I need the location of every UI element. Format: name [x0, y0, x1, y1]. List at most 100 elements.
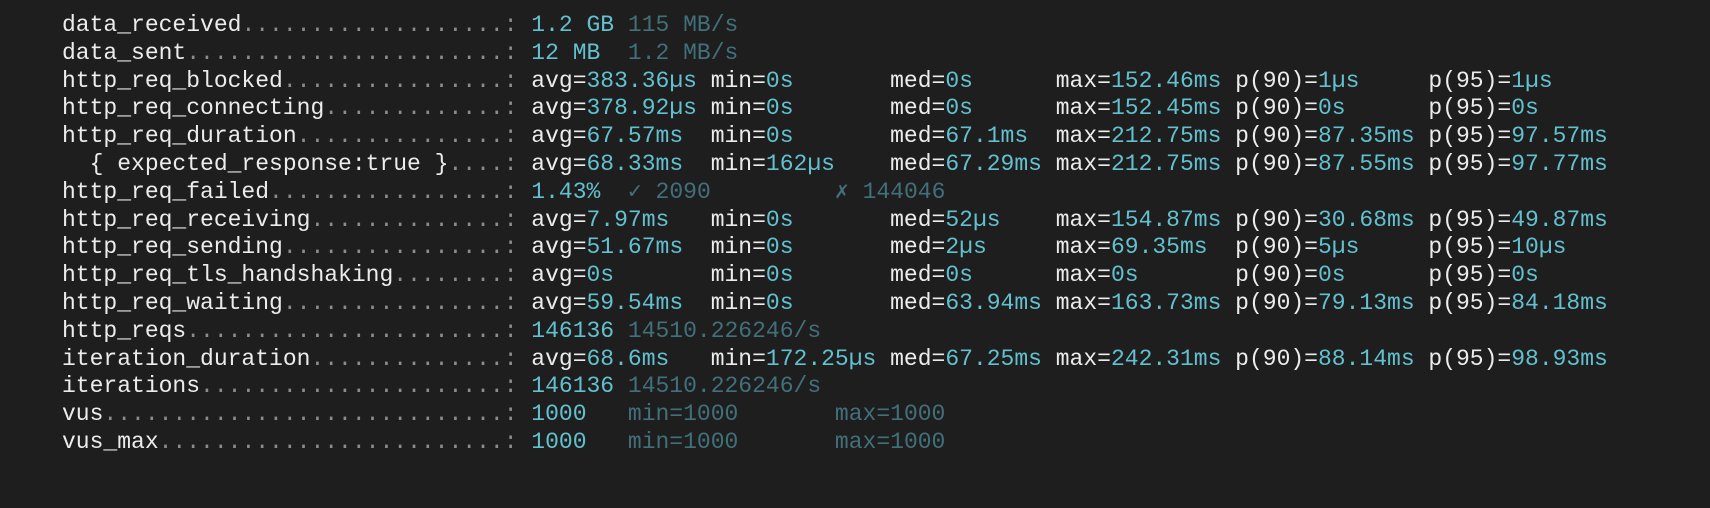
metric-row: iterations......................:146136 1…	[62, 373, 1622, 401]
metric-name: iterations	[62, 373, 201, 400]
stat-value-med: 2µs	[945, 234, 987, 261]
metric-colon: :	[503, 150, 518, 177]
metric-dots: .......................	[186, 39, 504, 66]
stat-value-p90: 79.13ms	[1318, 289, 1415, 316]
metric-row: vus.............................:1000 min…	[62, 401, 1622, 429]
stat-label-p90: p(90)=	[1235, 289, 1318, 316]
stat-label-min: min=	[710, 262, 766, 289]
vus-min-label: min=	[627, 401, 684, 428]
stat-label-p90: p(90)=	[1235, 67, 1318, 94]
stat-p90: p(90)=0s	[1235, 95, 1428, 123]
metric-dots: ......................	[200, 373, 504, 400]
metric-rate: 14510.226246/s	[627, 373, 822, 400]
stat-value-med: 0s	[945, 262, 973, 289]
stat-avg: avg=0s	[531, 262, 710, 290]
stat-value-p95: 49.87ms	[1511, 206, 1608, 233]
metric-row: { expected_response:true }....: avg=68.33…	[62, 151, 1622, 179]
stat-min: min=172.25µs	[711, 346, 890, 374]
stat-p95: p(95)=1µs	[1428, 68, 1621, 96]
metric-row: http_req_connecting.............: avg=378…	[62, 95, 1622, 123]
metric-name: http_req_duration	[62, 123, 297, 150]
vus-min: min=1000	[628, 429, 835, 457]
stat-value-min: 0s	[765, 123, 794, 150]
stat-value-avg: 59.54ms	[586, 289, 684, 316]
stat-label-med: med=	[890, 262, 946, 289]
stat-p90: p(90)=30.68ms	[1235, 207, 1428, 235]
stat-value-max: 163.73ms	[1110, 289, 1222, 316]
stat-p95: p(95)=49.87ms	[1428, 207, 1621, 235]
stat-p95: p(95)=98.93ms	[1428, 346, 1621, 374]
stat-value-p95: 97.57ms	[1511, 123, 1608, 150]
stat-avg: avg=59.54ms	[531, 290, 710, 318]
stat-label-med: med=	[890, 95, 946, 122]
metric-name: http_req_waiting	[62, 289, 283, 316]
stat-max: max=0s	[1056, 262, 1235, 290]
metric-colon: :	[503, 12, 518, 38]
stat-label-avg: avg=	[531, 262, 587, 289]
stat-label-min: min=	[710, 289, 766, 316]
metric-row: http_req_duration...............: avg=67.…	[62, 123, 1622, 151]
metric-colon: :	[503, 178, 518, 205]
stat-med: med=67.29ms	[890, 151, 1056, 179]
passed-count: ✓ 2090	[627, 178, 711, 205]
metric-colon: :	[503, 401, 518, 428]
stat-label-p95: p(95)=	[1428, 67, 1512, 94]
metric-rate: 1.2 MB/s	[627, 39, 739, 66]
stat-value-p95: 97.77ms	[1511, 150, 1608, 177]
metric-colon: :	[503, 289, 518, 316]
stat-max: max=163.73ms	[1056, 290, 1235, 318]
stat-value-max: 154.87ms	[1110, 206, 1222, 233]
stat-label-p90: p(90)=	[1235, 234, 1318, 261]
stat-p95: p(95)=97.77ms	[1428, 151, 1621, 179]
stat-value-min: 0s	[765, 67, 794, 94]
metric-dots: ..............	[310, 206, 504, 233]
metric-row: vus_max.........................:1000 min…	[62, 429, 1622, 457]
stat-value-max: 69.35ms	[1110, 234, 1208, 261]
metric-name: http_req_failed	[62, 178, 270, 205]
metric-dots: ................	[282, 67, 504, 94]
stat-label-p95: p(95)=	[1428, 234, 1512, 261]
metric-row: data_received...................:1.2 GB 1…	[62, 12, 1622, 40]
metric-row: iteration_duration..............: avg=68.…	[62, 346, 1622, 374]
stat-max: max=152.46ms	[1056, 68, 1235, 96]
stat-value-min: 0s	[765, 234, 794, 261]
stat-label-p95: p(95)=	[1428, 206, 1512, 233]
stat-med: med=63.94ms	[890, 290, 1056, 318]
stat-label-p90: p(90)=	[1235, 150, 1318, 177]
stat-min: min=0s	[711, 95, 890, 123]
metric-dots: ........	[393, 262, 504, 289]
stat-p90: p(90)=87.55ms	[1235, 151, 1428, 179]
stat-value-p90: 0s	[1318, 95, 1346, 122]
stat-p90: p(90)=1µs	[1235, 68, 1428, 96]
stat-label-p90: p(90)=	[1235, 262, 1318, 289]
vus-max-label: max=	[834, 401, 891, 428]
stat-label-max: max=	[1055, 206, 1111, 233]
metric-name: vus	[62, 401, 104, 428]
metric-row: http_req_failed.................:1.43% ✓ …	[62, 179, 1622, 207]
metric-name: http_reqs	[62, 317, 187, 344]
stat-p90: p(90)=88.14ms	[1235, 346, 1428, 374]
stat-avg: avg=68.6ms	[531, 346, 710, 374]
stat-label-avg: avg=	[531, 345, 587, 372]
metric-row: http_req_tls_handshaking........: avg=0s m…	[62, 262, 1622, 290]
vus-min: min=1000	[628, 401, 835, 429]
stat-med: med=0s	[890, 68, 1056, 96]
stat-label-med: med=	[890, 123, 946, 150]
stat-label-max: max=	[1055, 289, 1111, 316]
metric-name: http_req_receiving	[62, 206, 311, 233]
vus-min-value: 1000	[683, 401, 739, 428]
stat-value-med: 63.94ms	[945, 289, 1042, 316]
stat-value-max: 0s	[1110, 262, 1139, 289]
vus-value: 1000	[531, 428, 587, 455]
stat-label-avg: avg=	[531, 206, 587, 233]
failed-count: ✗ 144046	[834, 178, 946, 205]
stat-value-min: 0s	[765, 95, 794, 122]
stat-label-min: min=	[710, 345, 766, 372]
stat-label-p95: p(95)=	[1428, 262, 1512, 289]
metric-colon: :	[503, 95, 518, 122]
stat-value-avg: 7.97ms	[586, 206, 670, 233]
stat-avg: avg=7.97ms	[531, 207, 710, 235]
metric-colon: :	[503, 234, 518, 261]
metric-row: http_req_waiting................: avg=59.…	[62, 290, 1622, 318]
stat-label-max: max=	[1055, 262, 1111, 289]
